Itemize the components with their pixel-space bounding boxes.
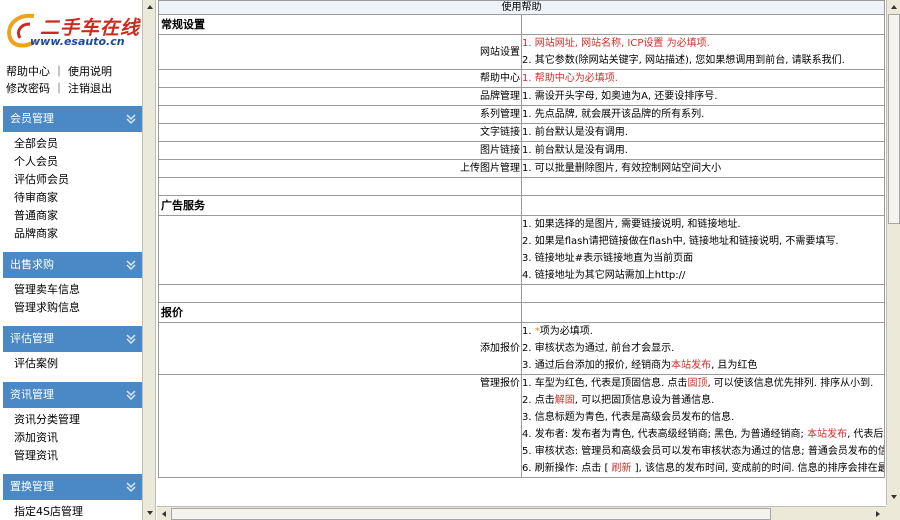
row-label-site-settings: 网站设置 [158,34,522,70]
horizontal-scroll-thumb[interactable] [171,508,771,520]
menu-item-add-news[interactable]: 添加资讯 [14,429,142,447]
menu-item-brand-dealers[interactable]: 品牌商家 [14,225,142,243]
logo-url: www.esauto.cn [30,35,125,48]
row-desc-ad-service: 1. 如果选择的是图片, 需要链接说明, 和链接地址. 2. 如果是flash请… [521,215,885,285]
section-quotes: 报价 [158,302,522,323]
submenu-exchange: 指定4S店管理 [0,500,142,520]
row-label-series: 系列管理 [158,105,522,124]
row-label-help-center: 帮助中心 [158,69,522,88]
scroll-right-arrow-icon[interactable] [873,509,883,519]
row-desc-brand: 1. 需设开头字母, 如奥迪为A, 还要设排序号. [521,87,885,106]
scrollbar-corner [886,505,900,520]
row-label-text-link: 文字链接 [158,123,522,142]
row-desc-series: 1. 先点品牌, 就会展开该品牌的所有系列. [521,105,885,124]
double-chevron-down-icon [126,260,136,271]
menu-item-4s-store[interactable]: 指定4S店管理 [14,503,142,520]
section-ad-service: 广告服务 [158,195,522,216]
section-general-settings: 常规设置 [158,14,522,35]
submenu-news: 资讯分类管理 添加资讯 管理资讯 [0,408,142,465]
menu-item-manage-sale-info[interactable]: 管理卖车信息 [14,281,142,299]
section-sale-purchase[interactable]: 出售求购 [3,252,142,278]
menu-item-news-category[interactable]: 资讯分类管理 [14,411,142,429]
section-exchange[interactable]: 置换管理 [3,474,142,500]
section-title: 出售求购 [10,258,54,271]
menu-item-regular-dealers[interactable]: 普通商家 [14,207,142,225]
section-title: 置换管理 [10,480,54,493]
section-title: 会员管理 [10,112,54,125]
menu-item-manage-news[interactable]: 管理资讯 [14,447,142,465]
top-links: 帮助中心 ｜ 使用说明 修改密码 ｜ 注销退出 [6,65,112,95]
vertical-scrollbar[interactable] [886,0,900,505]
vertical-scroll-thumb[interactable] [888,14,900,224]
section-title: 资讯管理 [10,388,54,401]
double-chevron-down-icon [126,114,136,125]
row-desc-help-center: 1. 帮助中心为必填项. [521,69,885,88]
help-table: 使用帮助 常规设置 网站设置 1. 网站网址, 网站名称, ICP设置 为必填项… [158,0,885,478]
sidebar-splitter[interactable] [142,0,156,520]
help-center-link[interactable]: 帮助中心 [6,65,50,78]
menu-item-appraiser-members[interactable]: 评估师会员 [14,171,142,189]
submenu-appraisal: 评估案例 [0,352,142,373]
menu-item-personal-members[interactable]: 个人会员 [14,153,142,171]
table-header: 使用帮助 [158,0,885,15]
logout-link[interactable]: 注销退出 [68,82,112,95]
row-label-image-link: 图片链接 [158,141,522,160]
row-desc-image-link: 1. 前台默认是没有调用. [521,141,885,160]
section-member-management[interactable]: 会员管理 [3,106,142,132]
row-desc-add-quote: 1. *项为必填项. 2. 审核状态为通过, 前台才会显示. 3. 通过后台添加… [521,322,885,375]
submenu-sale: 管理卖车信息 管理求购信息 [0,278,142,317]
scroll-up-arrow-icon[interactable] [145,2,155,12]
section-title: 评估管理 [10,332,54,345]
row-desc-text-link: 1. 前台默认是没有调用. [521,123,885,142]
scroll-down-arrow-icon[interactable] [145,508,155,518]
row-desc-manage-quote: 1. 车型为红色, 代表是顶固信息. 点击固顶, 可以使该信息优先排列. 排序从… [521,374,885,478]
menu-item-appraisal-cases[interactable]: 评估案例 [14,355,142,373]
row-label-manage-quote: 管理报价 [158,374,522,478]
menu-item-pending-dealers[interactable]: 待审商家 [14,189,142,207]
instructions-link[interactable]: 使用说明 [68,65,112,78]
scroll-down-arrow-icon[interactable] [889,492,899,502]
submenu-member: 全部会员 个人会员 评估师会员 待审商家 普通商家 品牌商家 [0,132,142,243]
section-news[interactable]: 资讯管理 [3,382,142,408]
row-desc-upload-images: 1. 可以批量删除图片, 有效控制网站空间大小 [521,159,885,178]
scroll-left-arrow-icon[interactable] [159,509,169,519]
double-chevron-down-icon [126,334,136,345]
double-chevron-down-icon [126,482,136,493]
change-password-link[interactable]: 修改密码 [6,82,50,95]
menu-item-all-members[interactable]: 全部会员 [14,135,142,153]
site-logo[interactable]: 二手车在线 www.esauto.cn [0,0,142,60]
menu-item-manage-purchase-info[interactable]: 管理求购信息 [14,299,142,317]
row-label-brand: 品牌管理 [158,87,522,106]
help-content: 使用帮助 常规设置 网站设置 1. 网站网址, 网站名称, ICP设置 为必填项… [157,0,900,520]
scroll-up-arrow-icon[interactable] [889,2,899,12]
row-desc-site-settings: 1. 网站网址, 网站名称, ICP设置 为必填项. 2. 其它参数(除网站关键… [521,34,885,70]
double-chevron-down-icon [126,390,136,401]
sidebar: 二手车在线 www.esauto.cn 帮助中心 ｜ 使用说明 修改密码 ｜ 注… [0,0,142,520]
row-label-add-quote: 添加报价 [158,322,522,375]
horizontal-scrollbar[interactable] [157,506,886,520]
row-label-upload-images: 上传图片管理 [158,159,522,178]
section-appraisal[interactable]: 评估管理 [3,326,142,352]
